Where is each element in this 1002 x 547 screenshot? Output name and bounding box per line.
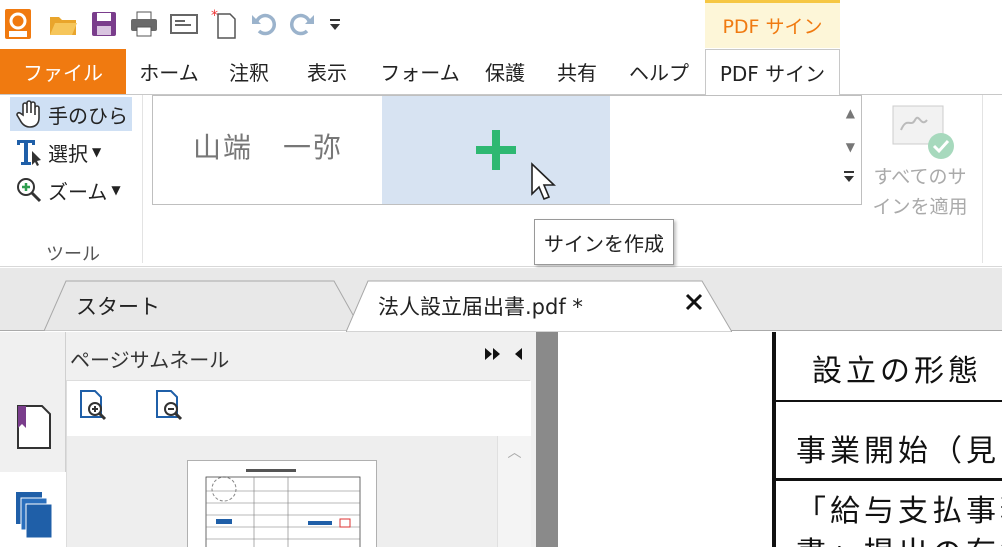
signature-item[interactable]: 山端 一弥 (193, 126, 343, 166)
left-side-strip (0, 332, 66, 547)
chevron-down-icon: ▼ (92, 145, 102, 159)
tab-view[interactable]: 表示 (290, 49, 364, 94)
form-field-payroll-office: 「給与支払事務 (796, 494, 1002, 529)
tab-form[interactable]: フォーム (366, 49, 474, 94)
create-signature-button[interactable] (382, 96, 610, 204)
tab-start-label: スタート (76, 294, 160, 319)
shrink-thumbnail-icon[interactable] (153, 389, 185, 425)
customize-toolbar-icon[interactable] (322, 6, 348, 42)
ribbon: 手のひら 選択 ▼ ズーム ▼ ツール 山端 一弥 ▲ ▼ すべてのサ インを適… (0, 95, 1002, 267)
close-icon[interactable] (684, 292, 704, 317)
quick-access-toolbar: * PDF サイン (0, 0, 1002, 48)
tab-protect[interactable]: 保護 (470, 49, 540, 94)
new-document-icon[interactable]: * (208, 6, 240, 42)
form-field-business-start: 事業開始（見 (796, 434, 1000, 469)
save-icon[interactable] (88, 6, 120, 42)
expand-panel-icon[interactable] (484, 346, 502, 366)
gallery-scroll-down-icon[interactable]: ▼ (846, 140, 855, 154)
thumbnails-panel-button[interactable] (0, 472, 66, 547)
tools-group-label: ツール (46, 244, 100, 265)
panel-title: ページサムネール (70, 348, 230, 372)
text-select-icon (14, 137, 44, 167)
collapse-panel-icon[interactable] (512, 346, 524, 366)
zoom-icon (14, 175, 44, 205)
apply-all-label-line1: すべてのサ (873, 166, 967, 188)
signature-check-icon (885, 100, 955, 160)
page-thumbnails-icon (16, 492, 53, 539)
print-icon[interactable] (128, 6, 160, 42)
page-thumbnail-panel: ページサムネール ︿ (66, 332, 536, 547)
undo-icon[interactable] (248, 6, 280, 42)
tab-pdf-sign[interactable]: PDF サイン (705, 49, 840, 96)
form-field-submission: 書」提出の有無 (796, 528, 1002, 547)
bookmark-icon[interactable] (14, 402, 54, 456)
open-folder-icon[interactable] (47, 6, 79, 42)
plus-icon (476, 130, 516, 170)
enlarge-thumbnail-icon[interactable] (77, 389, 109, 425)
gallery-scroll-up-icon[interactable]: ▲ (846, 106, 855, 120)
gallery-expand-icon[interactable] (843, 170, 855, 187)
tab-home[interactable]: ホーム (128, 49, 210, 94)
tab-help[interactable]: ヘルプ (616, 49, 702, 94)
ribbon-divider (142, 95, 143, 263)
form-field-establishment-type: 設立の形態 (812, 354, 982, 389)
select-tool-button[interactable]: 選択 ▼ (10, 135, 105, 169)
hand-icon (14, 99, 44, 129)
tab-document[interactable]: 法人設立届出書.pdf * (346, 280, 732, 332)
zoom-tool-label: ズーム (48, 179, 108, 204)
page-thumbnail[interactable] (187, 460, 377, 547)
tab-start[interactable]: スタート (44, 280, 362, 331)
email-icon[interactable] (168, 6, 200, 42)
document-view: 設立の形態 事業開始（見 「給与支払事務 書」提出の有無 (558, 332, 1002, 547)
svg-text:*: * (211, 8, 218, 24)
thumbnail-toolbar (67, 381, 531, 436)
mouse-cursor-icon (531, 162, 556, 201)
ribbon-divider (982, 95, 983, 263)
hand-tool-label: 手のひら (48, 103, 128, 128)
tab-share[interactable]: 共有 (542, 49, 612, 94)
panel-splitter[interactable] (536, 332, 558, 547)
thumbnail-scrollbar[interactable]: ︿ (497, 436, 531, 547)
apply-all-label-line2: インを適用 (872, 196, 968, 218)
pdf-sign-context-group: PDF サイン (705, 0, 840, 48)
chevron-down-icon: ▼ (111, 183, 121, 197)
zoom-tool-button[interactable]: ズーム ▼ (10, 173, 125, 207)
app-logo-icon (2, 6, 34, 42)
ribbon-tab-row: ファイル ホーム 注釈 表示 フォーム 保護 共有 ヘルプ PDF サイン (0, 48, 1002, 96)
create-signature-tooltip: サインを作成 (534, 219, 674, 265)
thumbnail-container: ︿ (66, 380, 531, 547)
apply-all-signatures-button[interactable]: すべてのサ インを適用 (870, 100, 970, 222)
tab-file[interactable]: ファイル (0, 49, 126, 94)
signature-gallery: 山端 一弥 ▲ ▼ (152, 95, 862, 205)
thumbnail-list: ︿ (67, 436, 531, 547)
hand-tool-button[interactable]: 手のひら (10, 97, 132, 131)
document-tab-bar: スタート 法人設立届出書.pdf * (0, 268, 1002, 332)
tab-annotate[interactable]: 注釈 (212, 49, 286, 94)
select-tool-label: 選択 (48, 141, 88, 166)
tab-document-label: 法人設立届出書.pdf * (378, 294, 583, 319)
redo-icon[interactable] (286, 6, 318, 42)
